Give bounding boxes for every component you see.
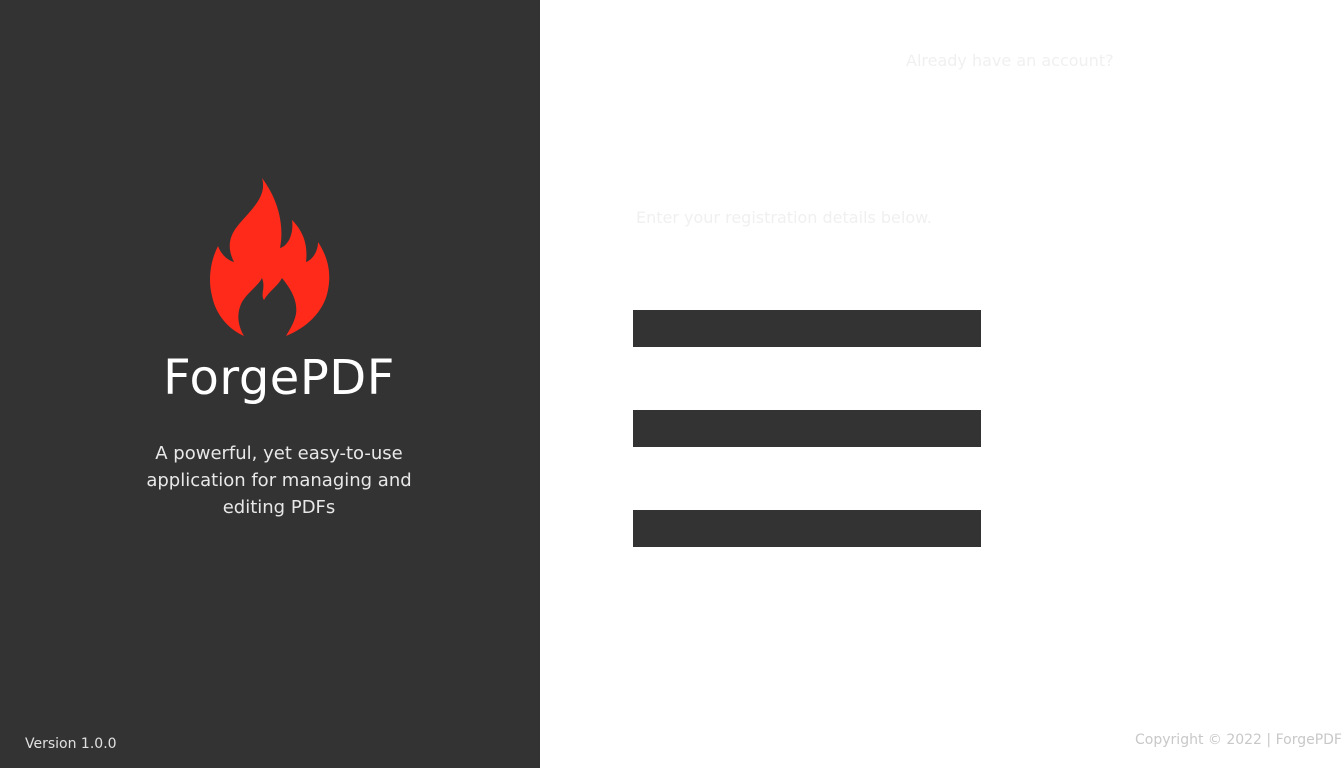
brand-panel: ForgePDF A powerful, yet easy-to-use app…	[0, 0, 540, 768]
app-window: ForgePDF A powerful, yet easy-to-use app…	[0, 0, 1342, 768]
registration-field-3[interactable]	[633, 510, 981, 547]
flame-icon	[208, 176, 332, 338]
registration-instructions: Enter your registration details below.	[636, 208, 932, 227]
registration-field-1[interactable]	[633, 310, 981, 347]
version-label: Version 1.0.0	[25, 736, 117, 752]
login-link[interactable]: Already have an account?	[906, 51, 1114, 71]
app-name: ForgePDF	[163, 350, 395, 406]
registration-panel: Already have an account? Enter your regi…	[540, 0, 1342, 768]
registration-field-2[interactable]	[633, 410, 981, 447]
app-tagline: A powerful, yet easy-to-use application …	[146, 443, 412, 518]
copyright-text: Copyright © 2022 | ForgePDF	[1135, 732, 1342, 748]
